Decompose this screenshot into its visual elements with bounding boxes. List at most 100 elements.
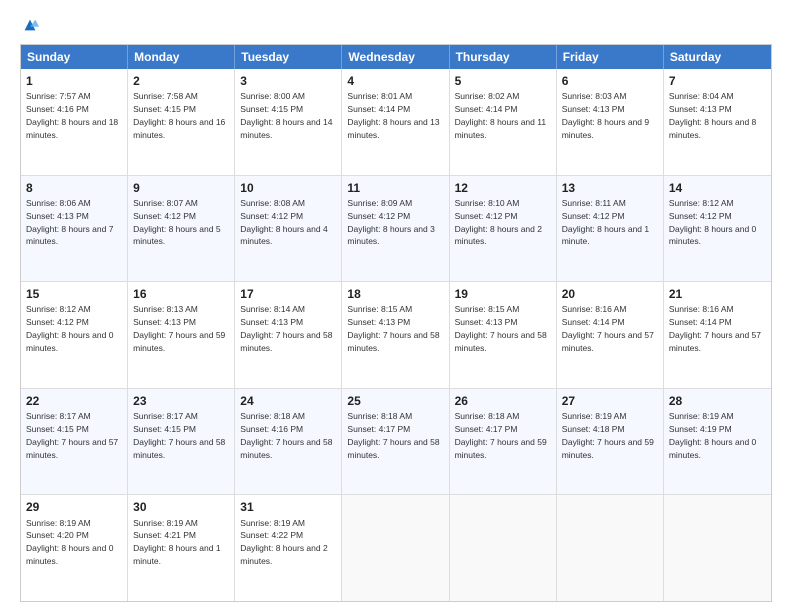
cell-info: Sunrise: 8:09 AMSunset: 4:12 PMDaylight:… <box>347 198 434 247</box>
calendar-cell: 17 Sunrise: 8:14 AMSunset: 4:13 PMDaylig… <box>235 282 342 388</box>
day-header-tuesday: Tuesday <box>235 45 342 69</box>
calendar-cell: 23 Sunrise: 8:17 AMSunset: 4:15 PMDaylig… <box>128 389 235 495</box>
calendar-cell <box>450 495 557 601</box>
logo <box>20 16 39 36</box>
calendar-cell: 27 Sunrise: 8:19 AMSunset: 4:18 PMDaylig… <box>557 389 664 495</box>
cell-info: Sunrise: 8:19 AMSunset: 4:21 PMDaylight:… <box>133 518 220 567</box>
cell-day: 3 <box>240 73 336 89</box>
cell-day: 21 <box>669 286 766 302</box>
calendar-cell: 25 Sunrise: 8:18 AMSunset: 4:17 PMDaylig… <box>342 389 449 495</box>
header <box>20 16 772 36</box>
cell-day: 31 <box>240 499 336 515</box>
calendar-cell: 11 Sunrise: 8:09 AMSunset: 4:12 PMDaylig… <box>342 176 449 282</box>
cell-info: Sunrise: 8:13 AMSunset: 4:13 PMDaylight:… <box>133 304 225 353</box>
cell-info: Sunrise: 8:16 AMSunset: 4:14 PMDaylight:… <box>562 304 654 353</box>
calendar: SundayMondayTuesdayWednesdayThursdayFrid… <box>20 44 772 602</box>
cell-info: Sunrise: 8:12 AMSunset: 4:12 PMDaylight:… <box>26 304 113 353</box>
cell-info: Sunrise: 8:18 AMSunset: 4:16 PMDaylight:… <box>240 411 332 460</box>
calendar-cell: 8 Sunrise: 8:06 AMSunset: 4:13 PMDayligh… <box>21 176 128 282</box>
cell-day: 6 <box>562 73 658 89</box>
calendar-cell: 24 Sunrise: 8:18 AMSunset: 4:16 PMDaylig… <box>235 389 342 495</box>
cell-info: Sunrise: 8:10 AMSunset: 4:12 PMDaylight:… <box>455 198 542 247</box>
calendar-cell: 19 Sunrise: 8:15 AMSunset: 4:13 PMDaylig… <box>450 282 557 388</box>
calendar-cell: 20 Sunrise: 8:16 AMSunset: 4:14 PMDaylig… <box>557 282 664 388</box>
cell-day: 11 <box>347 180 443 196</box>
calendar-cell: 18 Sunrise: 8:15 AMSunset: 4:13 PMDaylig… <box>342 282 449 388</box>
cell-day: 26 <box>455 393 551 409</box>
cell-day: 4 <box>347 73 443 89</box>
logo-icon <box>21 16 39 34</box>
calendar-cell: 16 Sunrise: 8:13 AMSunset: 4:13 PMDaylig… <box>128 282 235 388</box>
calendar-cell: 29 Sunrise: 8:19 AMSunset: 4:20 PMDaylig… <box>21 495 128 601</box>
cell-info: Sunrise: 8:07 AMSunset: 4:12 PMDaylight:… <box>133 198 220 247</box>
cell-info: Sunrise: 8:18 AMSunset: 4:17 PMDaylight:… <box>455 411 547 460</box>
cell-info: Sunrise: 8:19 AMSunset: 4:20 PMDaylight:… <box>26 518 113 567</box>
cell-day: 23 <box>133 393 229 409</box>
calendar-cell <box>342 495 449 601</box>
cell-info: Sunrise: 8:16 AMSunset: 4:14 PMDaylight:… <box>669 304 761 353</box>
cell-info: Sunrise: 8:11 AMSunset: 4:12 PMDaylight:… <box>562 198 649 247</box>
cell-day: 27 <box>562 393 658 409</box>
calendar-cell: 12 Sunrise: 8:10 AMSunset: 4:12 PMDaylig… <box>450 176 557 282</box>
cell-day: 30 <box>133 499 229 515</box>
calendar-row: 29 Sunrise: 8:19 AMSunset: 4:20 PMDaylig… <box>21 495 771 601</box>
cell-day: 24 <box>240 393 336 409</box>
cell-day: 19 <box>455 286 551 302</box>
cell-info: Sunrise: 8:18 AMSunset: 4:17 PMDaylight:… <box>347 411 439 460</box>
calendar-body: 1 Sunrise: 7:57 AMSunset: 4:16 PMDayligh… <box>21 69 771 601</box>
cell-info: Sunrise: 8:08 AMSunset: 4:12 PMDaylight:… <box>240 198 327 247</box>
cell-day: 5 <box>455 73 551 89</box>
cell-day: 7 <box>669 73 766 89</box>
cell-day: 2 <box>133 73 229 89</box>
calendar-cell: 2 Sunrise: 7:58 AMSunset: 4:15 PMDayligh… <box>128 69 235 175</box>
page: SundayMondayTuesdayWednesdayThursdayFrid… <box>0 0 792 612</box>
cell-info: Sunrise: 7:58 AMSunset: 4:15 PMDaylight:… <box>133 91 225 140</box>
cell-day: 12 <box>455 180 551 196</box>
calendar-cell: 10 Sunrise: 8:08 AMSunset: 4:12 PMDaylig… <box>235 176 342 282</box>
cell-day: 20 <box>562 286 658 302</box>
cell-day: 17 <box>240 286 336 302</box>
calendar-cell <box>557 495 664 601</box>
calendar-cell: 7 Sunrise: 8:04 AMSunset: 4:13 PMDayligh… <box>664 69 771 175</box>
calendar-cell: 28 Sunrise: 8:19 AMSunset: 4:19 PMDaylig… <box>664 389 771 495</box>
day-header-monday: Monday <box>128 45 235 69</box>
calendar-cell: 14 Sunrise: 8:12 AMSunset: 4:12 PMDaylig… <box>664 176 771 282</box>
calendar-row: 15 Sunrise: 8:12 AMSunset: 4:12 PMDaylig… <box>21 282 771 389</box>
calendar-cell: 4 Sunrise: 8:01 AMSunset: 4:14 PMDayligh… <box>342 69 449 175</box>
cell-info: Sunrise: 8:14 AMSunset: 4:13 PMDaylight:… <box>240 304 332 353</box>
cell-info: Sunrise: 8:15 AMSunset: 4:13 PMDaylight:… <box>455 304 547 353</box>
cell-info: Sunrise: 8:04 AMSunset: 4:13 PMDaylight:… <box>669 91 756 140</box>
cell-day: 13 <box>562 180 658 196</box>
calendar-row: 22 Sunrise: 8:17 AMSunset: 4:15 PMDaylig… <box>21 389 771 496</box>
cell-info: Sunrise: 8:19 AMSunset: 4:18 PMDaylight:… <box>562 411 654 460</box>
day-header-friday: Friday <box>557 45 664 69</box>
calendar-cell: 31 Sunrise: 8:19 AMSunset: 4:22 PMDaylig… <box>235 495 342 601</box>
cell-day: 18 <box>347 286 443 302</box>
cell-day: 28 <box>669 393 766 409</box>
cell-day: 29 <box>26 499 122 515</box>
calendar-cell: 5 Sunrise: 8:02 AMSunset: 4:14 PMDayligh… <box>450 69 557 175</box>
calendar-cell: 15 Sunrise: 8:12 AMSunset: 4:12 PMDaylig… <box>21 282 128 388</box>
cell-info: Sunrise: 8:00 AMSunset: 4:15 PMDaylight:… <box>240 91 332 140</box>
calendar-row: 8 Sunrise: 8:06 AMSunset: 4:13 PMDayligh… <box>21 176 771 283</box>
cell-day: 16 <box>133 286 229 302</box>
day-header-thursday: Thursday <box>450 45 557 69</box>
cell-day: 10 <box>240 180 336 196</box>
cell-info: Sunrise: 8:15 AMSunset: 4:13 PMDaylight:… <box>347 304 439 353</box>
cell-info: Sunrise: 8:19 AMSunset: 4:19 PMDaylight:… <box>669 411 756 460</box>
cell-day: 9 <box>133 180 229 196</box>
cell-info: Sunrise: 8:12 AMSunset: 4:12 PMDaylight:… <box>669 198 756 247</box>
calendar-row: 1 Sunrise: 7:57 AMSunset: 4:16 PMDayligh… <box>21 69 771 176</box>
calendar-cell: 3 Sunrise: 8:00 AMSunset: 4:15 PMDayligh… <box>235 69 342 175</box>
cell-day: 22 <box>26 393 122 409</box>
cell-info: Sunrise: 8:17 AMSunset: 4:15 PMDaylight:… <box>26 411 118 460</box>
calendar-cell: 26 Sunrise: 8:18 AMSunset: 4:17 PMDaylig… <box>450 389 557 495</box>
day-header-saturday: Saturday <box>664 45 771 69</box>
calendar-cell: 9 Sunrise: 8:07 AMSunset: 4:12 PMDayligh… <box>128 176 235 282</box>
cell-info: Sunrise: 8:03 AMSunset: 4:13 PMDaylight:… <box>562 91 649 140</box>
day-header-sunday: Sunday <box>21 45 128 69</box>
cell-info: Sunrise: 7:57 AMSunset: 4:16 PMDaylight:… <box>26 91 118 140</box>
calendar-cell: 6 Sunrise: 8:03 AMSunset: 4:13 PMDayligh… <box>557 69 664 175</box>
cell-info: Sunrise: 8:01 AMSunset: 4:14 PMDaylight:… <box>347 91 439 140</box>
cell-day: 14 <box>669 180 766 196</box>
